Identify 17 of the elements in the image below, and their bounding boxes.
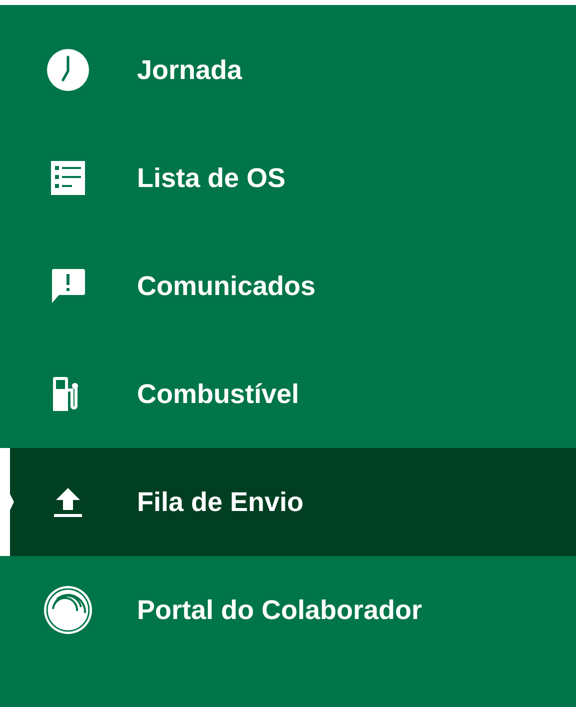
menu-item-label: Lista de OS [137,162,286,194]
menu-item-label: Fila de Envio [137,486,304,518]
menu-item-label: Portal do Colaborador [137,594,422,626]
menu-item[interactable]: Combustível [0,340,576,448]
menu-item[interactable]: Jornada [0,16,576,124]
menu-item[interactable]: Comunicados [0,232,576,340]
clock-icon [46,48,90,92]
list-icon [50,160,86,196]
swirl-logo-icon [42,585,92,635]
menu-item-label: Comunicados [137,270,316,302]
menu-item[interactable]: Portal do Colaborador [0,556,576,664]
message-alert-icon [50,268,86,304]
menu-item[interactable]: Fila de Envio [0,448,576,556]
menu-item-label: Jornada [137,54,242,86]
upload-icon [52,486,84,518]
menu-item-label: Combustível [137,378,300,410]
menu-item[interactable]: Lista de OS [0,124,576,232]
